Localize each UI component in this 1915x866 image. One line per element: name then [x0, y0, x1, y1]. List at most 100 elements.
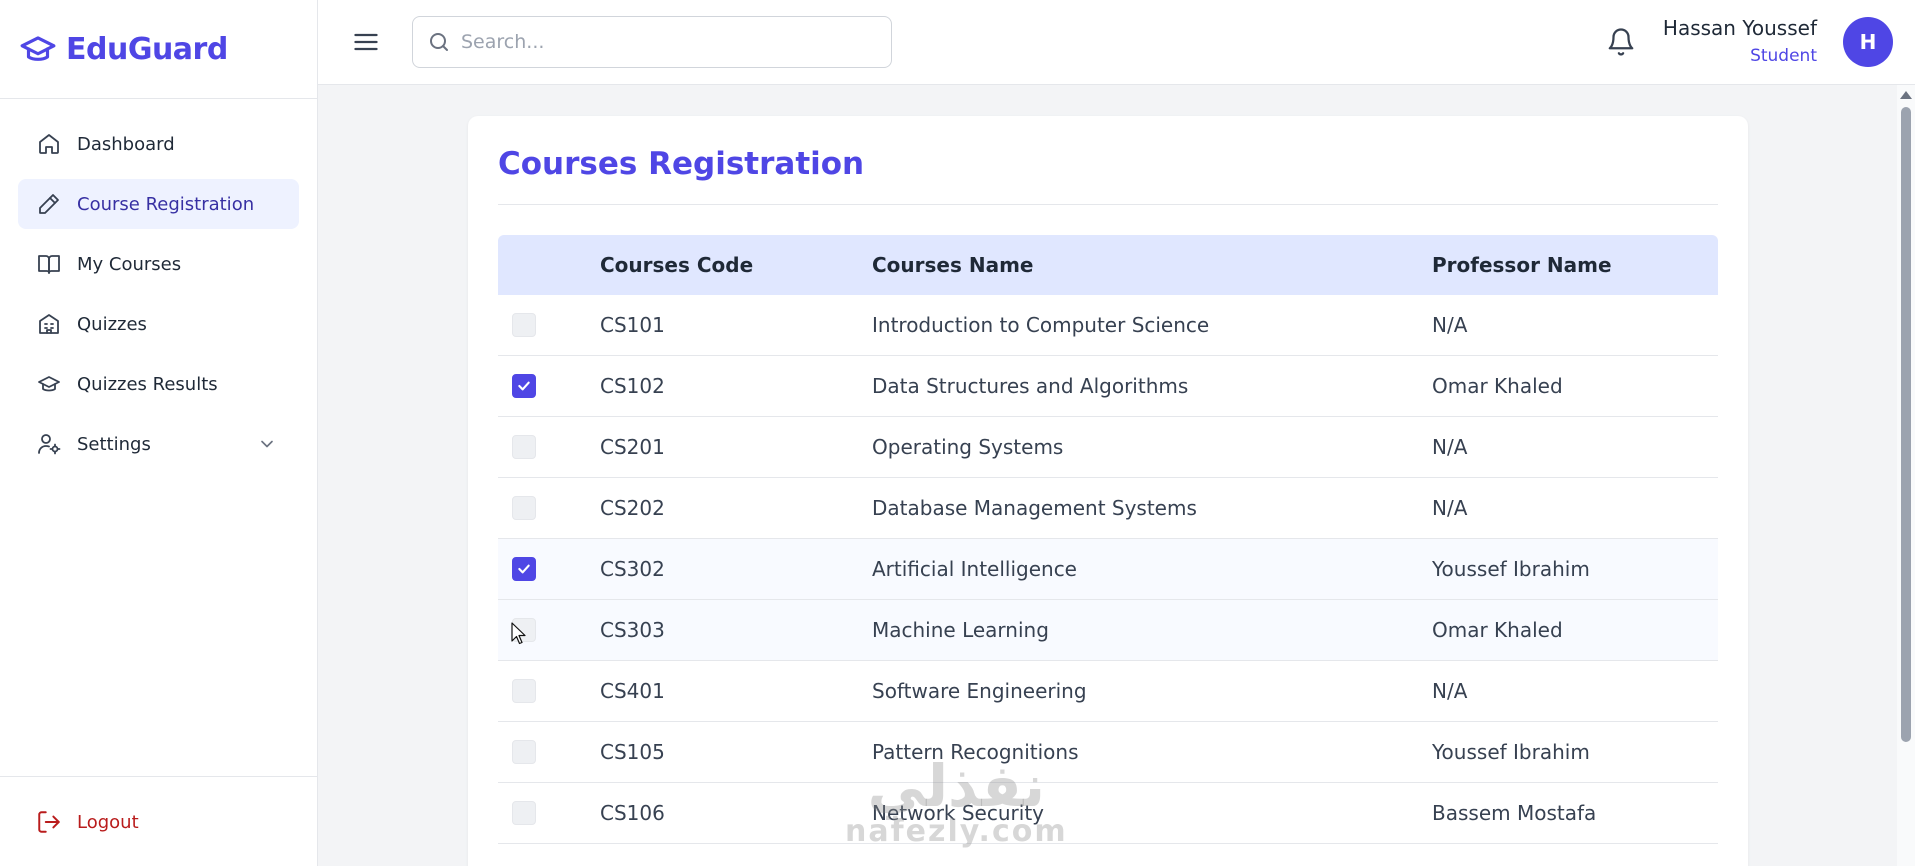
course-name: Artificial Intelligence: [872, 557, 1077, 581]
table-row[interactable]: CS202 Database Management Systems N/A: [498, 478, 1718, 539]
scroll-up-arrow-icon[interactable]: [1900, 91, 1912, 99]
course-checkbox[interactable]: [512, 435, 536, 459]
graduation-cap-icon: [36, 371, 62, 397]
user-info[interactable]: Hassan Youssef Student: [1663, 16, 1817, 66]
course-code: CS401: [600, 679, 665, 703]
professor-name: N/A: [1432, 435, 1468, 459]
course-code: CS102: [600, 374, 665, 398]
search-input[interactable]: [461, 31, 861, 53]
column-header-code: Courses Code: [600, 253, 754, 277]
sidebar-item-course-registration[interactable]: Course Registration: [18, 179, 299, 229]
avatar[interactable]: H: [1843, 17, 1893, 67]
professor-name: N/A: [1432, 679, 1468, 703]
home-icon: [36, 131, 62, 157]
sidebar-item-my-courses[interactable]: My Courses: [18, 239, 299, 289]
column-header-professor: Professor Name: [1432, 253, 1612, 277]
sidebar-item-settings[interactable]: Settings: [18, 419, 299, 469]
table-row[interactable]: CS106 Network Security Bassem Mostafa: [498, 783, 1718, 844]
professor-name: N/A: [1432, 496, 1468, 520]
row-check-cell: [498, 374, 600, 398]
professor-name: Youssef Ibrahim: [1432, 740, 1590, 764]
row-check-cell: [498, 801, 600, 825]
course-code: CS201: [600, 435, 665, 459]
column-header-name: Courses Name: [872, 253, 1034, 277]
course-code: CS202: [600, 496, 665, 520]
logout-icon: [36, 809, 62, 835]
menu-icon[interactable]: [352, 28, 380, 56]
user-role: Student: [1750, 46, 1817, 66]
sidebar-item-label: Settings: [77, 433, 151, 455]
search-icon: [427, 30, 451, 54]
mouse-cursor-icon: [511, 622, 527, 646]
professor-name: Omar Khaled: [1432, 618, 1563, 642]
course-checkbox[interactable]: [512, 679, 536, 703]
sidebar-item-label: Quizzes Results: [77, 373, 218, 395]
brand-name: EduGuard: [66, 31, 228, 67]
professor-name: Omar Khaled: [1432, 374, 1563, 398]
sidebar-item-label: My Courses: [77, 253, 182, 275]
pencil-icon: [36, 191, 62, 217]
course-code: CS303: [600, 618, 665, 642]
sidebar-nav: Dashboard Course Registration My Courses…: [0, 99, 317, 469]
row-check-cell: [498, 557, 600, 581]
sidebar: EduGuard Dashboard Course Registration M…: [0, 0, 318, 866]
sidebar-item-label: Course Registration: [77, 193, 255, 215]
course-code: CS105: [600, 740, 665, 764]
bell-icon[interactable]: [1606, 26, 1636, 58]
sidebar-item-quizzes-results[interactable]: Quizzes Results: [18, 359, 299, 409]
check-icon: [516, 561, 532, 577]
course-name: Operating Systems: [872, 435, 1064, 459]
building-icon: [36, 311, 62, 337]
table-row[interactable]: CS401 Software Engineering N/A: [498, 661, 1718, 722]
row-check-cell: [498, 740, 600, 764]
row-check-cell: [498, 313, 600, 337]
sidebar-item-label: Quizzes: [77, 313, 147, 335]
table-row[interactable]: CS303 Machine Learning Omar Khaled: [498, 600, 1718, 661]
course-checkbox[interactable]: [512, 313, 536, 337]
course-checkbox[interactable]: [512, 557, 536, 581]
chevron-down-icon[interactable]: [257, 434, 277, 454]
course-checkbox[interactable]: [512, 801, 536, 825]
table-row[interactable]: CS201 Operating Systems N/A: [498, 417, 1718, 478]
check-icon: [516, 378, 532, 394]
course-code: CS302: [600, 557, 665, 581]
course-checkbox[interactable]: [512, 740, 536, 764]
table-row[interactable]: CS105 Pattern Recognitions Youssef Ibrahim: [498, 722, 1718, 783]
course-name: Pattern Recognitions: [872, 740, 1079, 764]
table-row[interactable]: CS302 Artificial Intelligence Youssef Ibra…: [498, 539, 1718, 600]
course-checkbox[interactable]: [512, 496, 536, 520]
sidebar-item-label: Dashboard: [77, 133, 175, 155]
row-check-cell: [498, 496, 600, 520]
logout-button[interactable]: Logout: [18, 797, 299, 847]
professor-name: N/A: [1432, 313, 1468, 337]
table-body: CS101 Introduction to Computer Science N/A…: [498, 295, 1718, 844]
sidebar-item-dashboard[interactable]: Dashboard: [18, 119, 299, 169]
brand[interactable]: EduGuard: [0, 0, 317, 99]
logout-label: Logout: [77, 811, 139, 833]
user-name: Hassan Youssef: [1662, 16, 1817, 40]
page-scrollbar[interactable]: [1897, 85, 1915, 866]
row-check-cell: [498, 679, 600, 703]
scroll-thumb[interactable]: [1901, 107, 1911, 742]
course-code: CS106: [600, 801, 665, 825]
divider: [498, 204, 1718, 205]
row-check-cell: [498, 435, 600, 459]
table-row[interactable]: CS102 Data Structures and Algorithms Omar …: [498, 356, 1718, 417]
search-box[interactable]: [412, 16, 892, 68]
course-checkbox[interactable]: [512, 374, 536, 398]
table-header: Courses Code Courses Name Professor Name: [498, 235, 1718, 295]
course-name: Data Structures and Algorithms: [872, 374, 1189, 398]
course-name: Database Management Systems: [872, 496, 1197, 520]
courses-table: Courses Code Courses Name Professor Name…: [498, 235, 1718, 844]
professor-name: Youssef Ibrahim: [1432, 557, 1590, 581]
course-name: Introduction to Computer Science: [872, 313, 1210, 337]
page-title: Courses Registration: [498, 146, 865, 182]
sidebar-item-quizzes[interactable]: Quizzes: [18, 299, 299, 349]
sidebar-footer: Logout: [0, 776, 317, 866]
user-settings-icon: [36, 431, 62, 457]
registration-card: Courses Registration Courses Code Course…: [468, 116, 1748, 866]
table-row[interactable]: CS101 Introduction to Computer Science N/A: [498, 295, 1718, 356]
course-name: Software Engineering: [872, 679, 1087, 703]
book-open-icon: [36, 251, 62, 277]
course-name: Network Security: [872, 801, 1044, 825]
